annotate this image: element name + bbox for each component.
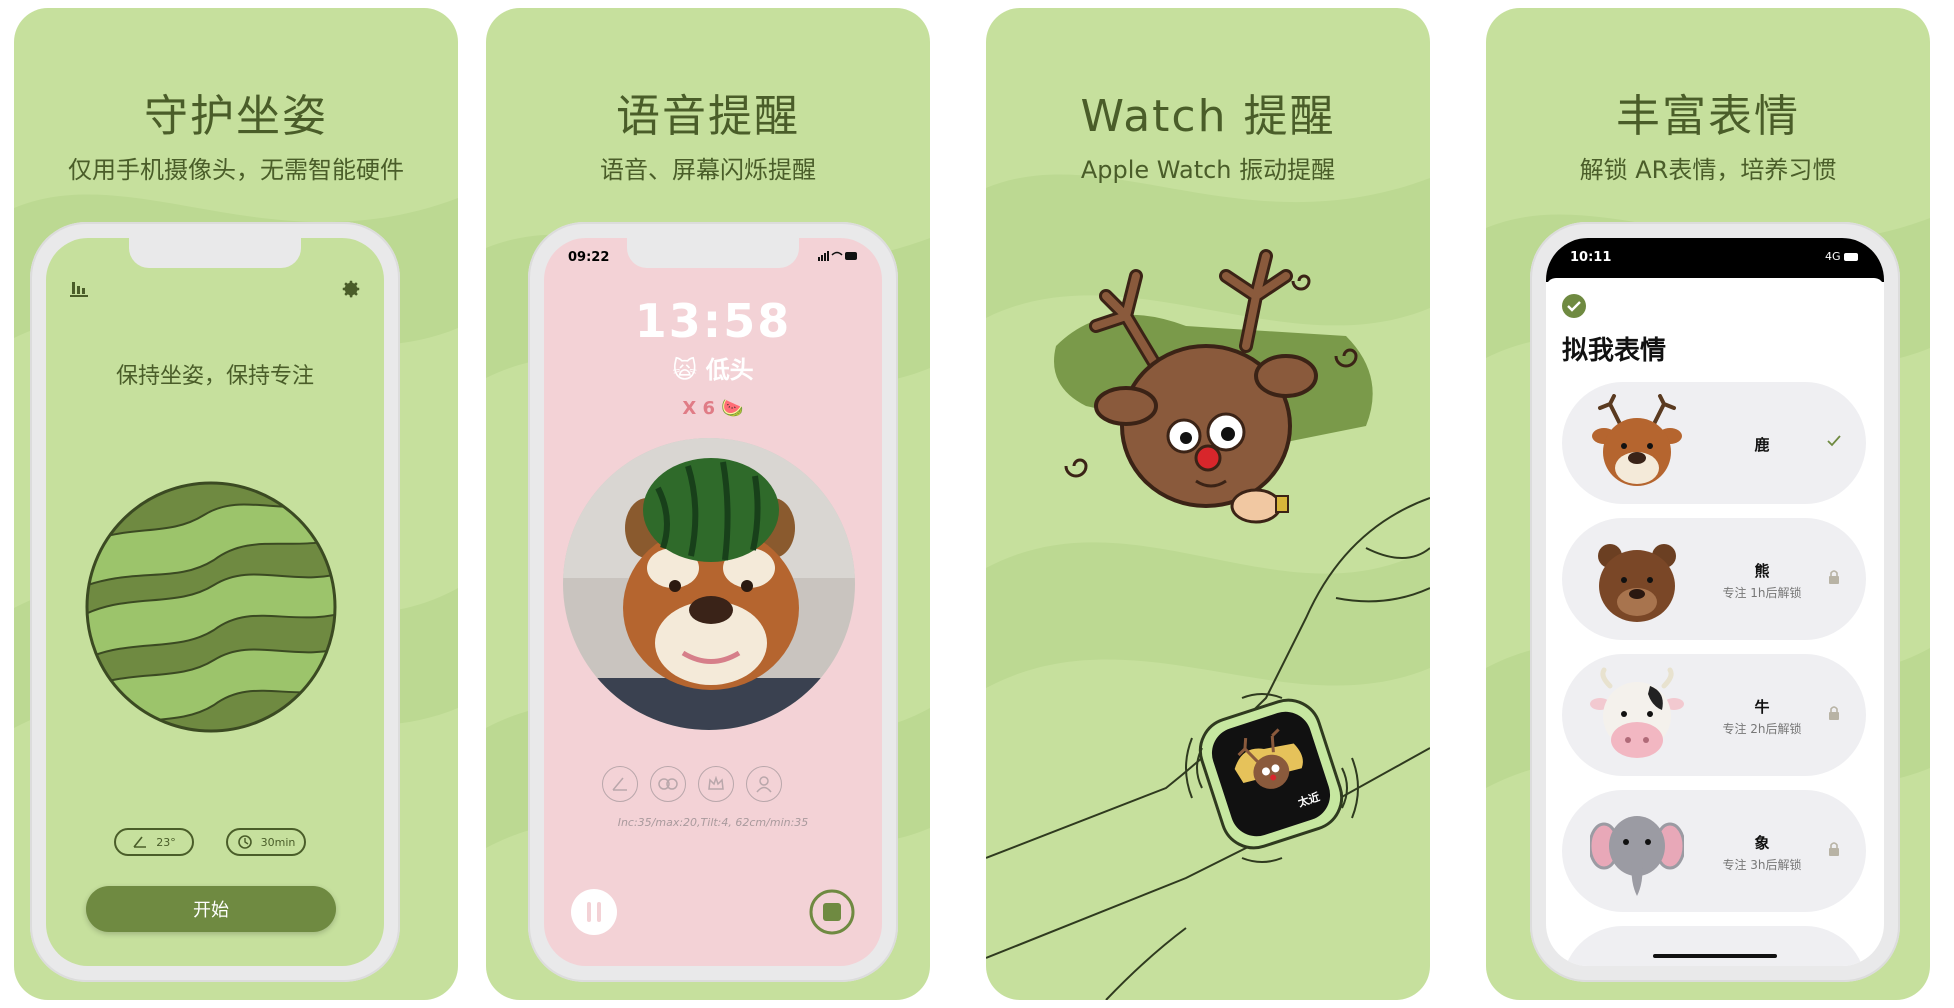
animoji-item-bear[interactable]: 熊 专注 1h后解锁 [1562, 518, 1866, 640]
checkmark-circle-icon[interactable] [1562, 294, 1586, 318]
angle-mode-icon[interactable] [602, 766, 638, 802]
bear-avatar [1598, 544, 1676, 622]
pause-icon[interactable] [570, 888, 618, 936]
panel-rich-expressions: 丰富表情 解锁 AR表情，培养习惯 10:11 4G 拟我表情 鹿 熊 专注 1… [1486, 8, 1930, 1000]
stop-icon[interactable] [808, 888, 856, 936]
unlock-hint: 专注 2h后解锁 [1722, 722, 1802, 736]
angle-icon [133, 836, 147, 848]
phone-screen: 09:22 13:58 🙀 低头 X 6 🍉 Inc:35/max:20,Til… [544, 238, 882, 966]
lock-icon [1829, 706, 1839, 720]
crown-mode-icon[interactable] [698, 766, 734, 802]
scream-emoji-icon: 🙀 [672, 356, 698, 384]
lock-icon [1829, 842, 1839, 856]
debug-readout: Inc:35/max:20,Tilt:4, 62cm/min:35 [617, 816, 809, 829]
unlock-hint: 专注 3h后解锁 [1722, 858, 1802, 872]
panel-title: 守护坐姿 [144, 91, 328, 142]
panel-subtitle: 语音、屏幕闪烁提醒 [600, 156, 816, 184]
cow-avatar [1590, 667, 1684, 758]
count-text: X 6 [682, 398, 715, 419]
animoji-name: 牛 [1754, 698, 1770, 716]
mask-mode-icon[interactable] [650, 766, 686, 802]
cellular-type: 4G [1824, 250, 1841, 263]
animoji-item-elephant[interactable]: 象 专注 3h后解锁 [1562, 790, 1866, 912]
angle-setting-pill[interactable]: 23° [114, 828, 194, 856]
status-time: 09:22 [568, 250, 610, 265]
timer-setting-pill[interactable]: 30min [226, 828, 306, 856]
panel-title: 丰富表情 [1616, 91, 1800, 142]
status-time: 10:11 [1570, 250, 1612, 265]
unlock-hint: 专注 1h后解锁 [1722, 586, 1802, 600]
posture-alert: 🙀 低头 [544, 350, 882, 385]
panel-guard-posture: 守护坐姿 仅用手机摄像头，无需智能硬件 保持坐姿，保持专注 23° 30min … [14, 8, 458, 1000]
phone-screen: 10:11 4G 拟我表情 鹿 熊 专注 1h后解锁 牛 专注 2h后解锁 象 … [1546, 238, 1884, 966]
clock-display: 13:58 [634, 294, 792, 348]
phone-mockup: 10:11 4G 拟我表情 鹿 熊 专注 1h后解锁 牛 专注 2h后解锁 象 … [1530, 222, 1900, 982]
lock-icon [1829, 570, 1839, 584]
checkmark-icon [1827, 435, 1841, 447]
focus-message: 保持坐姿，保持专注 [115, 364, 314, 389]
phone-screen: 保持坐姿，保持专注 23° 30min 开始 [46, 238, 384, 966]
camera-preview [563, 438, 855, 730]
animoji-name: 熊 [1754, 562, 1770, 580]
phone-mockup: 保持坐姿，保持专注 23° 30min 开始 [30, 222, 400, 982]
stats-icon[interactable] [70, 278, 90, 298]
phone-notch [129, 238, 301, 268]
panel-voice-reminder: 语音提醒 语音、屏幕闪烁提醒 09:22 13:58 🙀 低头 X 6 🍉 In… [486, 8, 930, 1000]
panel-subtitle: 解锁 AR表情，培养习惯 [1579, 156, 1837, 184]
angle-value: 23° [156, 835, 176, 849]
gear-icon[interactable] [340, 278, 362, 300]
animoji-name: 象 [1754, 834, 1770, 852]
animoji-item-deer[interactable]: 鹿 [1562, 382, 1866, 504]
timer-value: 30min [260, 835, 296, 849]
panel-watch-reminder: Watch 提醒 Apple Watch 振动提醒 太近 [986, 8, 1430, 1000]
watermelon-emoji-icon: 🍉 [721, 398, 744, 419]
panel-subtitle: 仅用手机摄像头，无需智能硬件 [68, 156, 404, 184]
animoji-item-cow[interactable]: 牛 专注 2h后解锁 [1562, 654, 1866, 776]
alert-count: X 6 🍉 [544, 398, 882, 419]
deer-avatar [1592, 394, 1682, 486]
animoji-item-partial[interactable] [1562, 926, 1866, 966]
start-button[interactable]: 开始 [86, 886, 336, 932]
animoji-name: 鹿 [1754, 436, 1770, 454]
status-bar: 10:11 4G [1570, 250, 1860, 268]
page-title: 拟我表情 [1562, 336, 1667, 366]
person-mode-icon[interactable] [746, 766, 782, 802]
home-indicator [1653, 954, 1777, 958]
status-icons [818, 250, 858, 265]
phone-mockup: 09:22 13:58 🙀 低头 X 6 🍉 Inc:35/max:20,Til… [528, 222, 898, 982]
panel-title: 语音提醒 [616, 91, 800, 142]
vibration-lines [1185, 693, 1359, 863]
status-bar: 09:22 [568, 250, 858, 268]
alert-text: 低头 [705, 356, 754, 384]
elephant-avatar [1590, 816, 1684, 896]
watermelon-illustration [85, 481, 337, 733]
panel-subtitle: Apple Watch 振动提醒 [1080, 156, 1336, 184]
battery-icon [1844, 253, 1858, 261]
panel-title: Watch 提醒 [1080, 91, 1336, 142]
timer-icon [237, 835, 252, 849]
status-icons: 4G [1825, 250, 1860, 263]
